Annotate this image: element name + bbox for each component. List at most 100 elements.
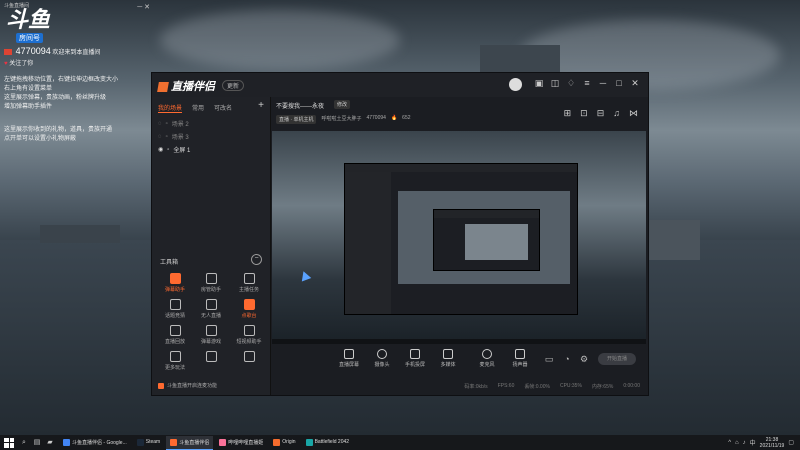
gear-icon[interactable]: ⚙ [579,354,589,364]
eye-icon[interactable]: ◌ [158,134,162,140]
timer-icon[interactable]: ◔ [562,354,572,364]
toolbox-item[interactable]: 弹幕助手 [158,273,192,299]
toolbox-item[interactable]: 房管助手 [194,273,228,299]
update-button[interactable]: 更新 [222,80,245,91]
taskbar-app[interactable]: 斗鱼直播伴侣 [166,435,214,450]
avatar[interactable] [509,78,522,91]
bitrate: 码率:0kb/s [464,383,488,390]
tab-rename[interactable]: 可改名 [214,103,232,113]
nested-window [344,163,578,315]
toolbox-item[interactable] [194,351,228,377]
clock[interactable]: 21:38 2021/11/19 [760,437,785,449]
brand-text: 直播伴侣 [171,81,215,93]
system-tray: ^ ⌂ ♪ 中 21:38 2021/11/19 ▢ [728,437,800,449]
toolbox-item[interactable] [232,351,266,377]
tool-icon [243,273,255,284]
toolbox-collapse-icon[interactable]: − [251,254,262,265]
scene-item[interactable]: ◉ ▫ 全屏 1 [158,145,190,155]
phone-cast-button[interactable]: 手机投屏 [400,349,430,368]
start-live-button[interactable]: 开始直播 [598,353,636,365]
tool-label: 直播回放 [164,339,185,345]
media-button[interactable]: 多媒体 [433,349,463,368]
toolbox-item[interactable]: 短视频助手 [232,325,266,351]
heart-icon: ♥ [4,61,8,67]
ime-icon[interactable]: 中 [750,438,756,447]
tool-icon [205,273,217,284]
eye-icon[interactable]: ◉ [158,146,163,153]
toolbox-item[interactable]: 更多玩法 [158,351,192,377]
cpu: CPU:35% [559,383,582,389]
stream-preview[interactable] [272,131,646,344]
taskbar-app-label: Origin [282,439,296,445]
tool-label: 主播任务 [238,287,259,293]
tool-icon [169,273,181,284]
volume-icon[interactable]: ♪ [743,440,746,446]
windows-start-icon[interactable] [4,437,14,448]
tray-expand-icon[interactable]: ^ [728,440,731,446]
taskbar-app[interactable]: Origin [269,436,299,449]
network-icon[interactable]: ⌂ [735,440,739,446]
scene-item[interactable]: ◌ ▫ 场景 2 [158,119,189,129]
tip-line: 增加弹幕助手插件 [4,104,53,110]
eye-icon[interactable]: ◌ [158,121,162,127]
share-icon[interactable]: ⋈ [629,108,638,119]
taskbar-app[interactable]: Battlefield 2042 [302,436,353,449]
grid-icon[interactable]: ⊟ [597,108,605,119]
close-icon[interactable]: ✕ [630,78,640,88]
menu-icon[interactable]: ≡ [582,78,592,88]
search-icon[interactable]: ⌕ [20,439,28,447]
cloud [160,10,400,70]
gift-icon[interactable]: ◫ [550,78,560,88]
toolbox-title: 工具箱 [160,260,179,266]
warship [480,45,560,75]
speaker-button[interactable]: 扬声器 [505,349,535,368]
layout-icon[interactable]: ⊞ [564,108,572,119]
toolbox-item[interactable]: 弹幕游戏 [194,325,228,351]
microphone-button[interactable]: 麦克风 [472,349,502,368]
lock-icon[interactable]: ⊡ [580,108,588,119]
minimize-icon[interactable]: ─ [598,78,608,88]
overlay-window-controls[interactable]: ─ ✕ [137,3,150,11]
tool-icon [169,299,181,310]
overlay-room-number: 4770094 [15,46,51,56]
folder-icon[interactable]: ▰ [46,439,54,447]
title-bar[interactable]: 直播伴侣 更新 ▣ ◫ ♢ ≡ ─ □ ✕ [152,73,648,97]
lock-icon[interactable]: ▫ [167,147,169,153]
taskbar-app[interactable]: 斗鱼直播伴侣 - Google... [59,436,131,449]
toolbox-item[interactable]: 无人直播 [194,299,228,325]
maximize-icon[interactable]: □ [614,78,624,88]
scene-item[interactable]: ◌ ▫ 场景 3 [158,132,189,142]
task-view-icon[interactable]: ▤ [33,439,41,447]
notification-icon[interactable]: ▢ [788,439,794,446]
live-companion-window[interactable]: 直播伴侣 更新 ▣ ◫ ♢ ≡ ─ □ ✕ 我的场景 常用 可改名 + ◌ ▫ 场景… [151,72,649,396]
taskbar-app[interactable]: 哔哩哔哩直播姬 [215,436,267,449]
camera-button[interactable]: 摄像头 [367,349,397,368]
shirt-icon[interactable]: ♢ [566,78,576,88]
toolbox-item[interactable]: 直播回放 [158,325,192,351]
edit-title-button[interactable]: 修改 [334,100,351,109]
screen-capture-button[interactable]: 直播屏幕 [334,349,364,368]
danmaku-overlay[interactable]: 斗鱼直播间 ─ ✕ 斗鱼 房间号 4770094 欢迎来到本直播间 ♥ 关注了你… [0,0,150,142]
taskbar-app-label: Battlefield 2042 [314,439,350,445]
tip-line: 这里展示你收到的礼物，道具，贵族开通 [4,127,113,133]
lock-icon[interactable]: ▫ [166,121,168,127]
tab-my-scene[interactable]: 我的场景 [158,103,183,113]
room-id: 4770094 [366,115,386,121]
category-tag[interactable]: 直播 · 单机主机 [276,115,317,124]
record-icon[interactable]: ▭ [544,354,554,364]
add-scene-icon[interactable]: + [258,100,264,111]
lock-icon[interactable]: ▫ [166,134,168,140]
screenshot-icon[interactable]: ▣ [534,78,544,88]
taskbar-app-label: 哔哩哔哩直播姬 [228,439,264,446]
toolbox-item[interactable]: 点歌台 [232,299,266,325]
tip-line: 右上角有设置菜单 [4,86,53,92]
tool-icon [243,351,255,362]
tab-common[interactable]: 常用 [192,103,204,113]
taskbar-app[interactable]: Steam [133,436,164,449]
feature-hint[interactable]: 斗鱼直播开启连麦功能 [158,382,217,389]
app-brand: 直播伴侣 [157,78,215,94]
dropped-frames: 丢帧:0.00% [524,383,550,390]
toolbox-item[interactable]: 主播任务 [232,273,266,299]
bell-icon[interactable]: ♫ [613,108,620,119]
toolbox-item[interactable]: 话题竞猜 [158,299,192,325]
